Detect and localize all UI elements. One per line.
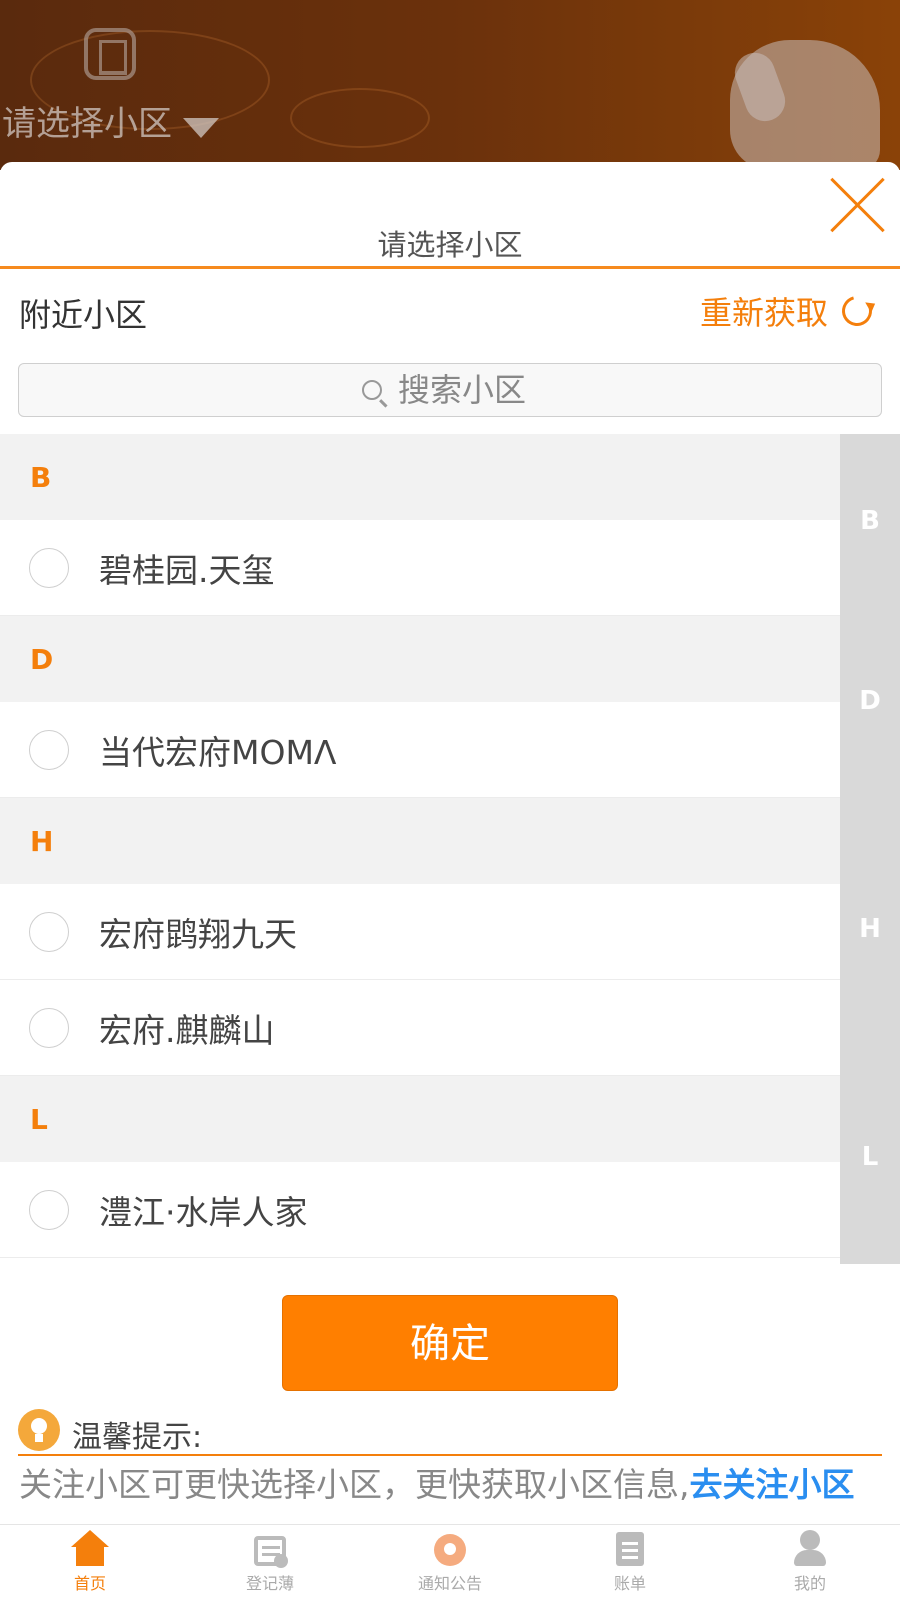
community-list[interactable]: B 碧桂园.天玺 D 当代宏府MOMΛ H 宏府鹍翔九天 宏府.麒麟山 L 澧江…: [0, 434, 840, 1264]
tab-register[interactable]: 登记薄: [180, 1525, 360, 1600]
group-header-b: B: [0, 434, 840, 520]
refresh-icon: [836, 290, 878, 332]
background-community-selector: 请选择小区: [2, 104, 172, 144]
index-letter-l[interactable]: L: [840, 1142, 900, 1172]
nearby-communities-label: 附近小区: [19, 296, 148, 334]
community-picker-modal: 请选择小区 附近小区 重新获取 B 碧桂园.天玺 D 当代宏府MOMΛ H 宏府…: [0, 162, 900, 1524]
radio-button[interactable]: [29, 911, 69, 952]
confirm-button[interactable]: 确定: [282, 1295, 618, 1391]
tab-label: 账单: [613, 1574, 646, 1593]
list-item[interactable]: 宏府鹍翔九天: [0, 884, 840, 980]
tip-message: 关注小区可更快选择小区，更快获取小区信息,: [19, 1465, 690, 1504]
list-item[interactable]: 宏府.麒麟山: [0, 980, 840, 1076]
refresh-button[interactable]: 重新获取: [699, 288, 878, 334]
tab-notices[interactable]: 通知公告: [360, 1525, 540, 1600]
community-name: 当代宏府MOMΛ: [99, 732, 337, 772]
building-icon: [84, 28, 136, 80]
search-input[interactable]: [398, 371, 538, 409]
tip-text: 关注小区可更快选择小区，更快获取小区信息,去关注小区: [19, 1458, 855, 1506]
tab-label: 登记薄: [245, 1574, 294, 1593]
home-icon: [71, 1530, 109, 1566]
alphabet-index-bar[interactable]: B D H L: [840, 434, 900, 1264]
tab-profile[interactable]: 我的: [720, 1525, 900, 1600]
bill-icon: [616, 1532, 644, 1566]
tip-divider: [18, 1454, 882, 1456]
radio-button[interactable]: [29, 729, 69, 770]
background-header: 请选择小区: [0, 0, 900, 170]
group-header-l: L: [0, 1076, 840, 1162]
index-letter-d[interactable]: D: [840, 686, 900, 716]
user-icon: [791, 1530, 829, 1566]
search-icon: [362, 380, 382, 400]
group-header-h: H: [0, 798, 840, 884]
list-item[interactable]: 澧江·水岸人家: [0, 1162, 840, 1258]
tab-label: 我的: [793, 1574, 826, 1593]
calendar-icon: [254, 1536, 288, 1568]
tab-home[interactable]: 首页: [0, 1525, 180, 1600]
tip-title: 温馨提示:: [72, 1420, 203, 1455]
tab-label: 首页: [73, 1574, 106, 1593]
decorative-ring: [290, 88, 430, 148]
community-name: 碧桂园.天玺: [99, 550, 275, 590]
follow-community-link[interactable]: 去关注小区: [690, 1465, 855, 1504]
tab-bills[interactable]: 账单: [540, 1525, 720, 1600]
list-item[interactable]: 当代宏府MOMΛ: [0, 702, 840, 798]
list-item[interactable]: 碧桂园.天玺: [0, 520, 840, 616]
search-box[interactable]: [18, 363, 882, 417]
title-divider: [0, 266, 900, 269]
index-letter-h[interactable]: H: [840, 914, 900, 944]
radio-button[interactable]: [29, 1007, 69, 1048]
community-name: 宏府.麒麟山: [99, 1010, 275, 1050]
bottom-tab-bar: 首页 登记薄 通知公告 账单 我的: [0, 1524, 900, 1600]
refresh-label: 重新获取: [699, 294, 828, 332]
radio-button[interactable]: [29, 547, 69, 588]
index-letter-b[interactable]: B: [840, 506, 900, 536]
chevron-down-icon: [183, 118, 219, 138]
community-name: 宏府鹍翔九天: [99, 914, 297, 954]
radio-button[interactable]: [29, 1189, 69, 1230]
community-name: 澧江·水岸人家: [99, 1192, 308, 1232]
group-header-d: D: [0, 616, 840, 702]
modal-title: 请选择小区: [377, 228, 523, 262]
notice-icon: [434, 1534, 466, 1566]
tab-label: 通知公告: [417, 1574, 482, 1593]
lightbulb-icon: [18, 1409, 60, 1451]
community-list-container[interactable]: B 碧桂园.天玺 D 当代宏府MOMΛ H 宏府鹍翔九天 宏府.麒麟山 L 澧江…: [0, 434, 900, 1264]
